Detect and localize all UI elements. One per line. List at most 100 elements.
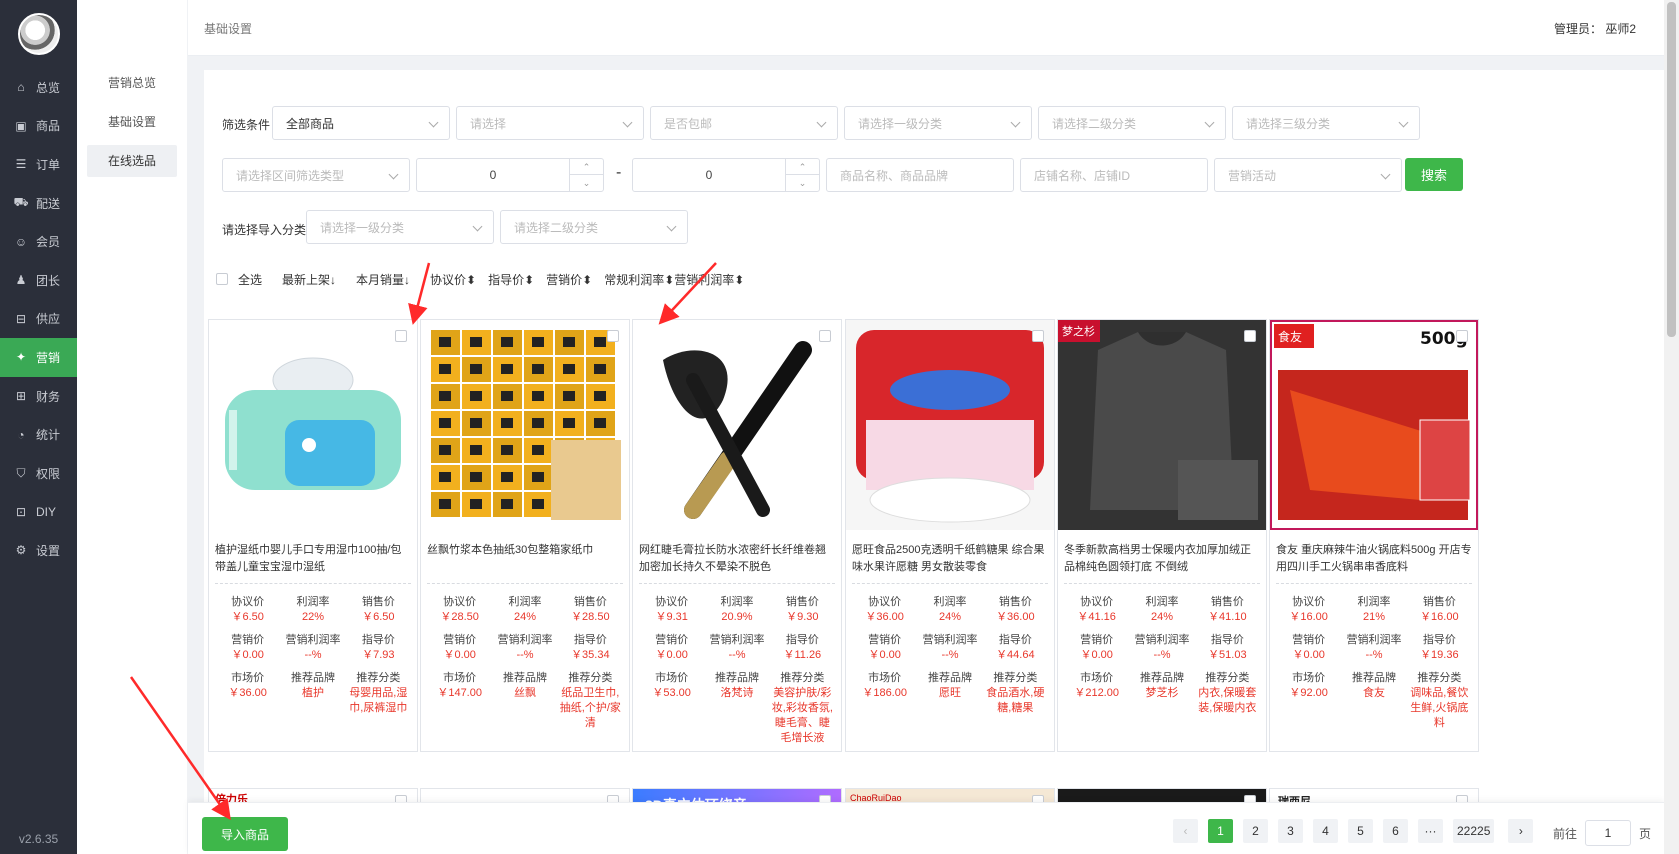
sort-guide-price[interactable]: 指导价⬍ (488, 271, 534, 288)
goto-page-input[interactable]: 1 (1585, 820, 1632, 846)
import-category1-select[interactable]: 请选择一级分类 (306, 210, 494, 244)
submenu-item-overview[interactable]: 营销总览 (87, 67, 177, 99)
goods-scope-select[interactable]: 全部商品 (272, 106, 450, 140)
sidebar-item-7[interactable]: ✦ 营销 (0, 338, 77, 377)
category3-select[interactable]: 请选择三级分类 (1232, 106, 1420, 140)
product-card[interactable]: 愿旺食品2500克透明千纸鹤糖果 综合果味水果许愿糖 男女散装零食 协议价 ￥36.… (845, 319, 1055, 752)
select-all-label[interactable]: 全选 (238, 271, 262, 288)
sort-regular-profit[interactable]: 常规利润率⬍ (604, 271, 674, 288)
sidebar-item-6[interactable]: ⊟ 供应 (0, 300, 77, 339)
sidebar-item-9[interactable]: ◔ 统计 (0, 415, 77, 454)
shipping-select[interactable]: 是否包邮 (650, 106, 838, 140)
field-value: 食品酒水,硬糖,糖果 (986, 687, 1045, 714)
sidebar-item-2[interactable]: ☰ 订单 (0, 145, 77, 184)
sidebar-item-0[interactable]: ⌂ 总览 (0, 68, 77, 107)
import-goods-button[interactable]: 导入商品 (202, 817, 288, 851)
submenu-item-basic-settings[interactable]: 基础设置 (87, 106, 177, 138)
product-checkbox[interactable] (819, 330, 831, 342)
submenu-item-online-selection[interactable]: 在线选品 (87, 145, 177, 177)
page-button[interactable]: 1 (1208, 819, 1233, 843)
field-label: 营销价 (1080, 634, 1114, 646)
page-button[interactable]: 5 (1348, 819, 1373, 843)
product-image[interactable] (209, 320, 417, 530)
agreement-price: 协议价 ￥16.00 (1276, 595, 1341, 625)
next-page-button[interactable]: › (1508, 819, 1534, 843)
sort-marketing-profit[interactable]: 营销利润率⬍ (674, 271, 744, 288)
shop-input[interactable]: 店铺名称、店铺ID (1020, 158, 1208, 192)
chevron-down-icon[interactable]: ⌄ (570, 175, 603, 191)
sort-marketing-price[interactable]: 营销价⬍ (546, 271, 592, 288)
category1-select[interactable]: 请选择一级分类 (844, 106, 1032, 140)
field-label: 营销价 (1292, 634, 1326, 646)
import-category2-select[interactable]: 请选择二级分类 (500, 210, 688, 244)
avatar[interactable] (18, 13, 60, 55)
max-value[interactable]: 0 (633, 159, 785, 191)
recommended-brand: 推荐品牌 丝飘 (492, 671, 557, 731)
product-checkbox[interactable] (1032, 330, 1044, 342)
page-button[interactable]: 2 (1243, 819, 1268, 843)
field-label: 营销利润率 (285, 634, 341, 646)
product-checkbox[interactable] (395, 330, 407, 342)
chevron-up-icon[interactable]: ⌃ (786, 159, 819, 175)
field-label: 销售价 (573, 596, 607, 608)
admin-name[interactable]: 管理员： 巫师2 (1554, 20, 1636, 37)
product-image[interactable]: 梦之杉 (1058, 320, 1266, 530)
product-card[interactable]: 食友 500g 食友 重庆麻辣牛油火锅底料500g 开店专用四川手工火锅串串香底料协… (1269, 319, 1479, 752)
field-value: --% (1365, 649, 1383, 661)
product-image[interactable] (633, 320, 841, 530)
generic-select[interactable]: 请选择 (456, 106, 644, 140)
activity-select[interactable]: 营销活动 (1214, 158, 1402, 192)
page-button[interactable]: 3 (1278, 819, 1303, 843)
product-checkbox[interactable] (1456, 330, 1468, 342)
product-title[interactable]: 愿旺食品2500克透明千纸鹤糖果 综合果味水果许愿糖 男女散装零食 (852, 542, 1048, 576)
field-value: --% (941, 649, 959, 661)
sidebar-item-5[interactable]: ♟ 团长 (0, 261, 77, 300)
prev-page-button[interactable]: ‹ (1173, 819, 1198, 843)
sidebar-item-3[interactable]: ⛟ 配送 (0, 184, 77, 223)
product-title[interactable]: 丝飘竹浆本色抽纸30包整箱家纸巾 (427, 542, 623, 576)
chevron-down-icon[interactable]: ⌄ (786, 175, 819, 191)
sidebar-item-11[interactable]: ⊡ DIY (0, 493, 77, 532)
product-image[interactable]: 食友 500g (1270, 320, 1478, 530)
product-checkbox[interactable] (607, 330, 619, 342)
product-title[interactable]: 冬季新款高档男士保暖内衣加厚加绒正品棉纯色圆领打底 不倒绒 (1064, 542, 1260, 576)
category2-select[interactable]: 请选择二级分类 (1038, 106, 1226, 140)
page-button[interactable]: 6 (1383, 819, 1408, 843)
product-card[interactable]: 梦之杉 冬季新款高档男士保暖内衣加厚加绒正品棉纯色圆领打底 不倒绒 协议价 ￥41.1… (1057, 319, 1267, 752)
product-card[interactable]: 植护湿纸巾婴儿手口专用湿巾100抽/包带盖儿童宝宝湿巾湿纸 协议价 ￥6.50 利润率… (208, 319, 418, 752)
sidebar-item-4[interactable]: ☺ 会员 (0, 222, 77, 261)
chevron-up-icon[interactable]: ⌃ (570, 159, 603, 175)
min-value[interactable]: 0 (417, 159, 569, 191)
sidebar-item-10[interactable]: ⛉ 权限 (0, 454, 77, 493)
page-button[interactable]: 4 (1313, 819, 1338, 843)
page-button[interactable]: ··· (1418, 819, 1443, 843)
breadcrumb[interactable]: 基础设置 (204, 20, 252, 37)
product-title[interactable]: 食友 重庆麻辣牛油火锅底料500g 开店专用四川手工火锅串串香底料 (1276, 542, 1472, 576)
sidebar-item-1[interactable]: ▣ 商品 (0, 107, 77, 146)
recommended-category: 推荐分类 美容护肤/彩妆,彩妆香氛,睫毛膏、睫毛增长液 (770, 671, 835, 746)
product-image[interactable] (846, 320, 1054, 530)
scrollbar-thumb[interactable] (1667, 2, 1676, 337)
product-title[interactable]: 网红睫毛膏拉长防水浓密纤长纤维卷翘加密加长持久不晕染不脱色 (639, 542, 835, 576)
product-title[interactable]: 植护湿纸巾婴儿手口专用湿巾100抽/包带盖儿童宝宝湿巾湿纸 (215, 542, 411, 576)
field-value: ￥44.64 (996, 649, 1035, 661)
keyword-input[interactable]: 商品名称、商品品牌 (826, 158, 1014, 192)
product-checkbox[interactable] (1244, 330, 1256, 342)
sort-monthly-sales[interactable]: 本月销量↓ (356, 271, 410, 288)
pagination: ‹ 1 2 3 4 5 6 ··· 22225 › (1173, 818, 1543, 844)
search-button[interactable]: 搜索 (1405, 158, 1463, 191)
range-type-select[interactable]: 请选择区间筛选类型 (222, 158, 410, 192)
product-card[interactable]: 网红睫毛膏拉长防水浓密纤长纤维卷翘加密加长持久不晕染不脱色 协议价 ￥9.31 利润率… (632, 319, 842, 752)
product-image[interactable] (421, 320, 629, 530)
sidebar-item-12[interactable]: ⚙ 设置 (0, 531, 77, 570)
recommended-brand: 推荐品牌 食友 (1341, 671, 1406, 731)
sidebar-item-8[interactable]: ⊞ 财务 (0, 377, 77, 416)
max-value-stepper[interactable]: 0 ⌃ ⌄ (632, 158, 820, 192)
min-value-stepper[interactable]: 0 ⌃ ⌄ (416, 158, 604, 192)
select-all-checkbox[interactable] (216, 273, 228, 285)
product-card[interactable]: 丝飘竹浆本色抽纸30包整箱家纸巾 协议价 ￥28.50 利润率 24% 销售价 ￥28.50… (420, 319, 630, 752)
sort-latest[interactable]: 最新上架↓ (282, 271, 336, 288)
page-scrollbar[interactable] (1664, 0, 1679, 854)
page-button[interactable]: 22225 (1453, 819, 1495, 843)
sort-agreement-price[interactable]: 协议价⬍ (430, 271, 476, 288)
